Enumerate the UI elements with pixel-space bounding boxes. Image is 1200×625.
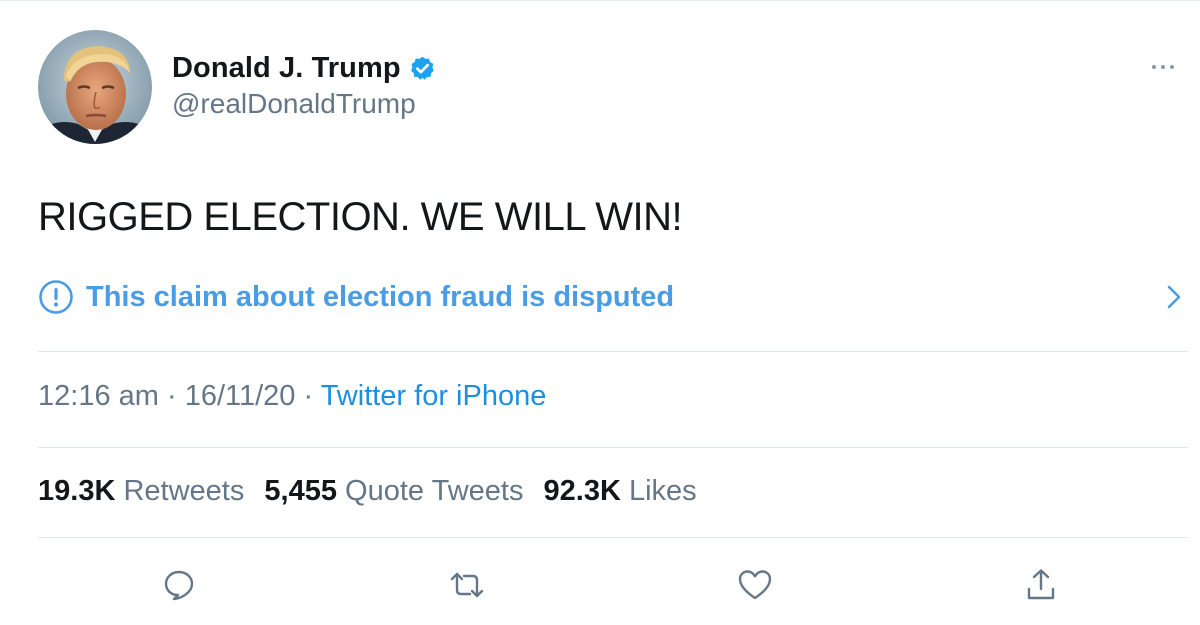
quote-tweets-label: Quote Tweets <box>345 475 524 507</box>
likes-stat[interactable]: 92.3K Likes <box>544 475 709 507</box>
retweets-count: 19.3K <box>38 475 116 507</box>
tweet-source[interactable]: Twitter for iPhone <box>321 380 547 412</box>
tweet-stats: 19.3K Retweets 5,455 Quote Tweets 92.3K … <box>38 475 709 508</box>
more-options-icon[interactable] <box>1152 57 1188 77</box>
author-display-name[interactable]: Donald J. Trump <box>172 52 401 85</box>
likes-count: 92.3K <box>543 475 621 507</box>
disputed-claim-notice[interactable]: This claim about election fraud is dispu… <box>38 276 1188 318</box>
disputed-claim-label[interactable]: This claim about election fraud is dispu… <box>86 281 674 314</box>
retweets-stat[interactable]: 19.3K Retweets <box>38 475 256 507</box>
divider <box>38 351 1188 352</box>
author-handle[interactable]: @realDonaldTrump <box>172 88 416 120</box>
chevron-right-icon[interactable] <box>1166 285 1182 309</box>
tweet-meta: 12:16 am · 16/11/20 · Twitter for iPhone <box>38 380 546 413</box>
retweet-icon[interactable] <box>447 565 487 605</box>
tweet-date[interactable]: 16/11/20 <box>185 380 296 412</box>
avatar[interactable] <box>38 30 152 144</box>
retweets-label: Retweets <box>123 475 245 507</box>
reply-icon[interactable] <box>159 565 199 605</box>
divider <box>38 537 1188 538</box>
tweet-time[interactable]: 12:16 am <box>38 380 159 412</box>
meta-separator: · <box>295 380 321 412</box>
likes-label: Likes <box>628 475 697 507</box>
share-icon[interactable] <box>1021 565 1061 605</box>
verified-badge-icon <box>409 55 436 82</box>
like-icon[interactable] <box>735 565 775 605</box>
meta-separator: · <box>158 380 185 412</box>
quote-tweets-count: 5,455 <box>264 475 337 507</box>
divider <box>38 447 1188 448</box>
quote-tweets-stat[interactable]: 5,455 Quote Tweets <box>264 475 535 507</box>
tweet-text: RIGGED ELECTION. WE WILL WIN! <box>38 195 683 239</box>
exclamation-circle-icon <box>38 279 74 315</box>
top-border <box>0 0 1200 1</box>
author-name-row[interactable]: Donald J. Trump <box>172 50 436 86</box>
